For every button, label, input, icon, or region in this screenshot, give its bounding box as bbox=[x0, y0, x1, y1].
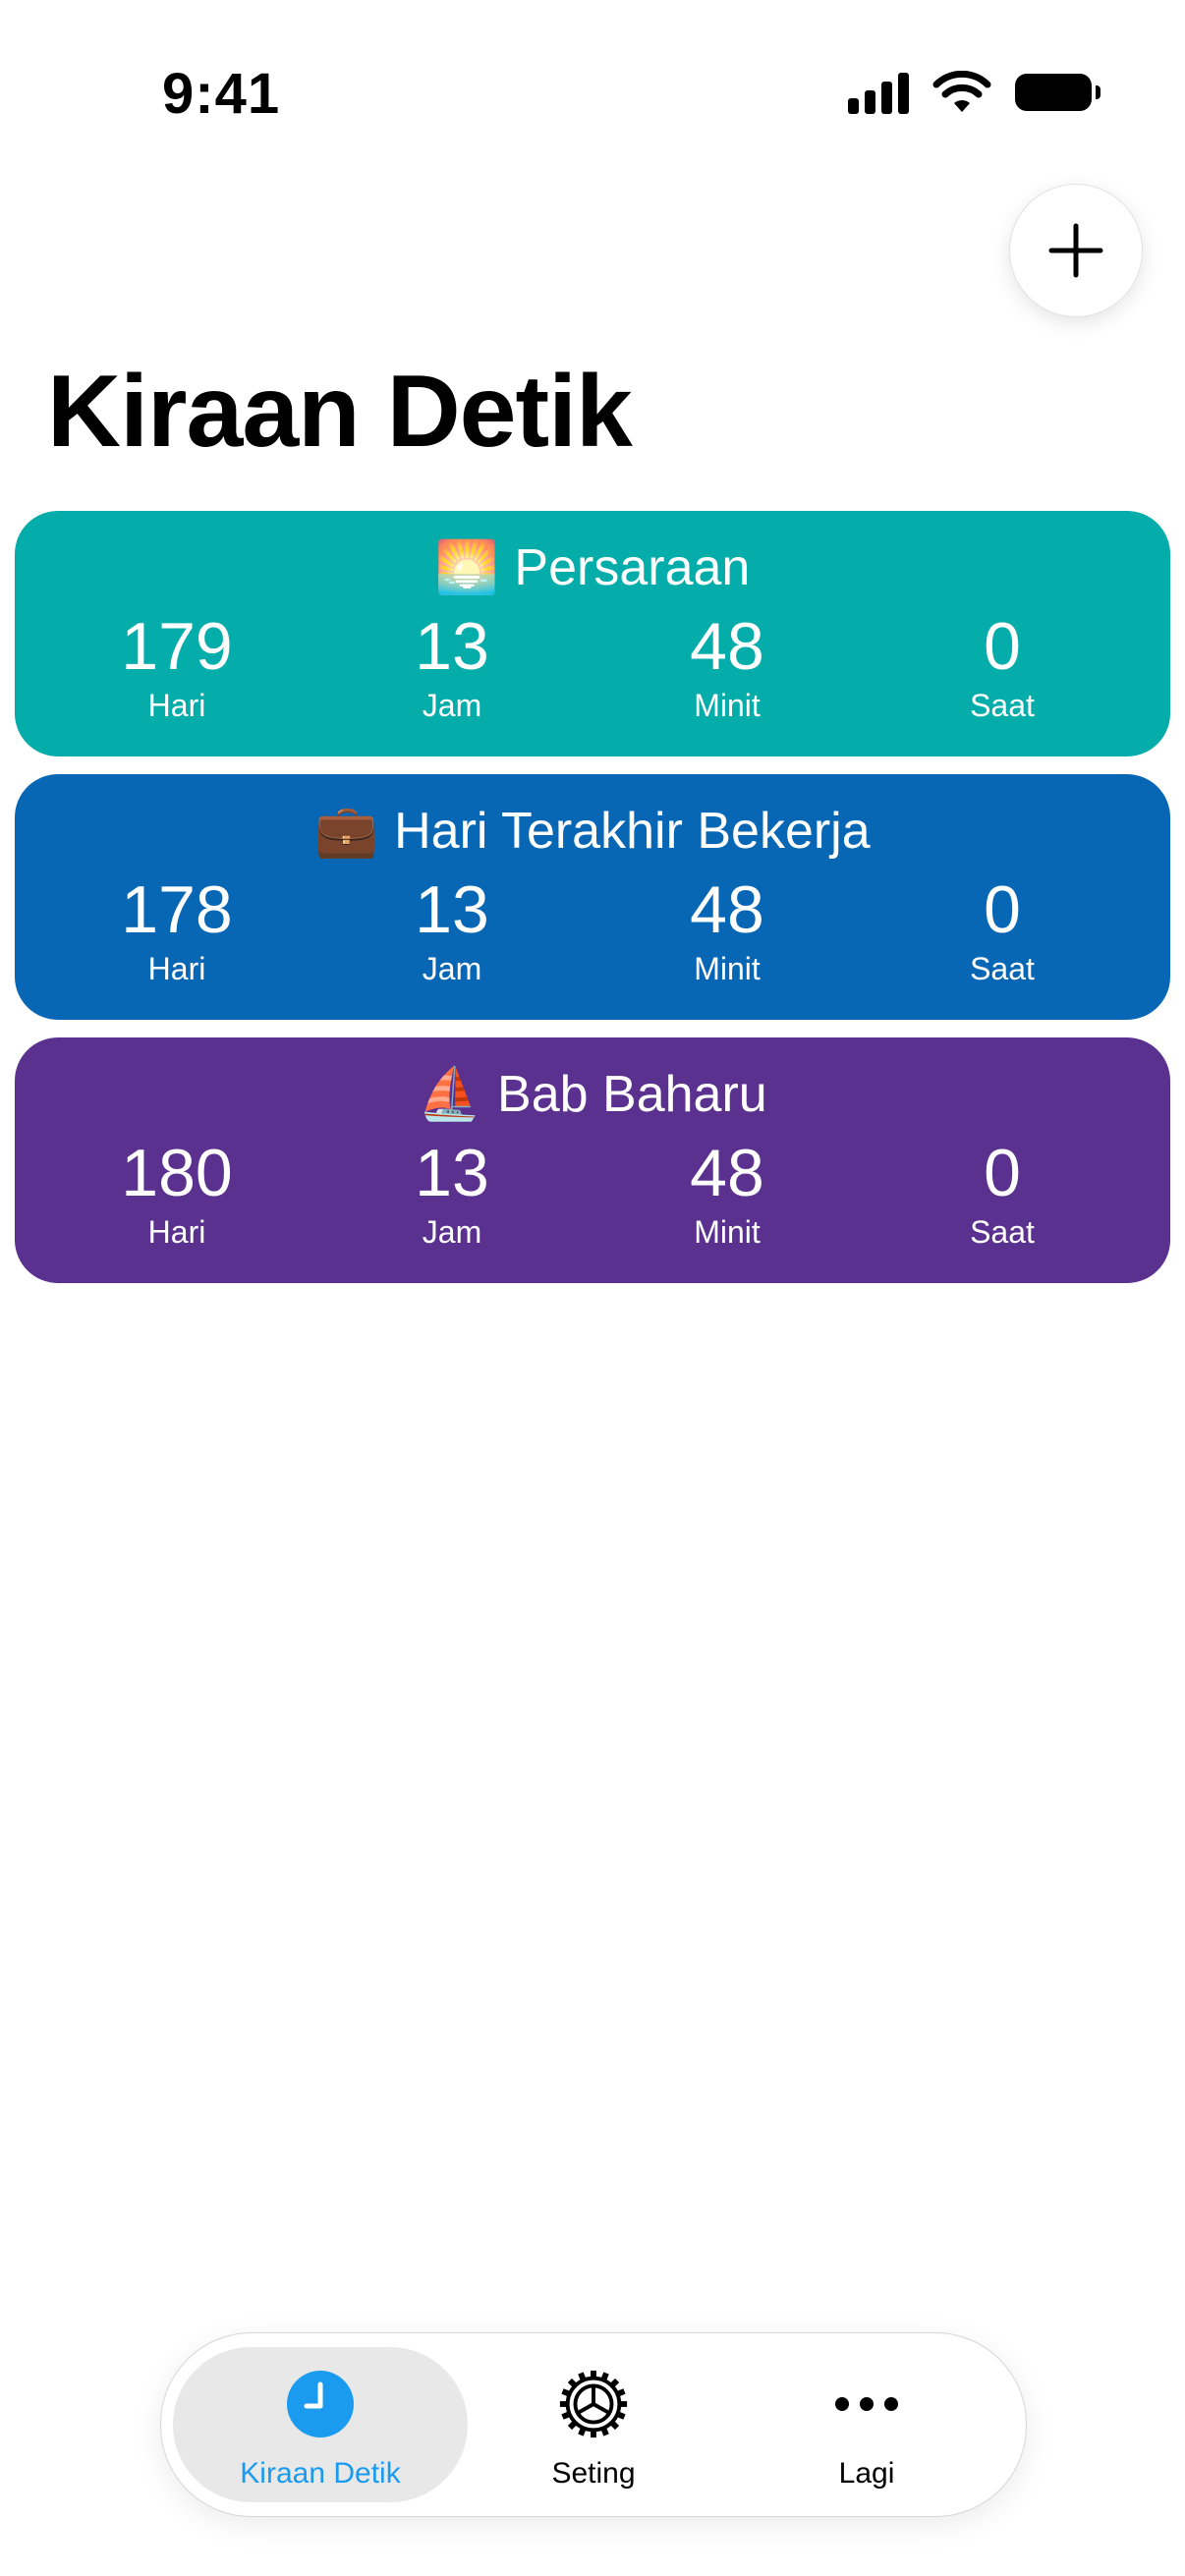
sunrise-emoji-icon: 🌅 bbox=[434, 539, 499, 596]
card-name: Hari Terakhir Bekerja bbox=[394, 803, 871, 860]
tab-lagi[interactable]: Lagi bbox=[719, 2347, 1014, 2502]
unit-value: 0 bbox=[984, 872, 1021, 947]
card-name: Bab Baharu bbox=[497, 1066, 767, 1123]
card-units: 179 Hari 13 Jam 48 Minit 0 Saat bbox=[15, 609, 1170, 725]
unit-label: Jam bbox=[422, 688, 482, 723]
unit-hours: 13 Jam bbox=[314, 1136, 590, 1252]
add-countdown-button[interactable] bbox=[1009, 184, 1143, 317]
unit-label: Saat bbox=[970, 688, 1035, 723]
unit-label: Hari bbox=[147, 951, 206, 986]
unit-value: 178 bbox=[121, 872, 233, 947]
more-icon bbox=[829, 2367, 904, 2441]
card-units: 180 Hari 13 Jam 48 Minit 0 Saat bbox=[15, 1136, 1170, 1252]
status-icons bbox=[848, 71, 1100, 114]
unit-label: Saat bbox=[970, 1214, 1035, 1250]
wifi-icon bbox=[932, 71, 991, 112]
countdown-card[interactable]: 💼 Hari Terakhir Bekerja 178 Hari 13 Jam … bbox=[15, 774, 1170, 1020]
unit-value: 0 bbox=[984, 1136, 1021, 1210]
unit-hours: 13 Jam bbox=[314, 872, 590, 988]
unit-label: Saat bbox=[970, 951, 1035, 986]
unit-label: Minit bbox=[694, 1214, 761, 1250]
tab-label: Seting bbox=[551, 2457, 636, 2490]
cellular-signal-icon bbox=[848, 71, 909, 114]
tab-kiraan-detik[interactable]: Kiraan Detik bbox=[173, 2347, 468, 2502]
status-bar: 9:41 bbox=[0, 0, 1185, 196]
battery-icon bbox=[1015, 74, 1100, 111]
tab-seting[interactable]: Seting bbox=[446, 2347, 741, 2502]
card-units: 178 Hari 13 Jam 48 Minit 0 Saat bbox=[15, 872, 1170, 988]
card-title: 🌅 Persaraan bbox=[15, 538, 1170, 597]
card-title: ⛵ Bab Baharu bbox=[15, 1065, 1170, 1124]
tab-label: Lagi bbox=[838, 2457, 895, 2490]
card-name: Persaraan bbox=[514, 539, 751, 596]
unit-value: 180 bbox=[121, 1136, 233, 1210]
unit-label: Minit bbox=[694, 688, 761, 723]
unit-value: 48 bbox=[690, 1136, 764, 1210]
unit-value: 13 bbox=[415, 1136, 489, 1210]
status-time: 9:41 bbox=[162, 62, 281, 126]
card-title: 💼 Hari Terakhir Bekerja bbox=[15, 802, 1170, 861]
unit-minutes: 48 Minit bbox=[590, 872, 865, 988]
unit-days: 178 Hari bbox=[39, 872, 314, 988]
unit-label: Jam bbox=[422, 951, 482, 986]
unit-label: Hari bbox=[147, 688, 206, 723]
unit-value: 179 bbox=[121, 609, 233, 684]
unit-value: 48 bbox=[690, 872, 764, 947]
page-title: Kiraan Detik bbox=[47, 355, 633, 469]
unit-value: 48 bbox=[690, 609, 764, 684]
unit-label: Jam bbox=[422, 1214, 482, 1250]
countdown-list: 🌅 Persaraan 179 Hari 13 Jam 48 Minit 0 S… bbox=[15, 511, 1170, 1301]
briefcase-emoji-icon: 💼 bbox=[314, 803, 379, 860]
clock-icon bbox=[283, 2367, 358, 2441]
gear-icon bbox=[556, 2367, 631, 2441]
unit-label: Minit bbox=[694, 951, 761, 986]
sailboat-emoji-icon: ⛵ bbox=[418, 1066, 482, 1123]
unit-value: 13 bbox=[415, 609, 489, 684]
unit-label: Hari bbox=[147, 1214, 206, 1250]
unit-seconds: 0 Saat bbox=[865, 872, 1140, 988]
unit-minutes: 48 Minit bbox=[590, 609, 865, 725]
unit-minutes: 48 Minit bbox=[590, 1136, 865, 1252]
unit-value: 13 bbox=[415, 872, 489, 947]
unit-days: 179 Hari bbox=[39, 609, 314, 725]
tab-label: Kiraan Detik bbox=[240, 2457, 401, 2490]
unit-days: 180 Hari bbox=[39, 1136, 314, 1252]
unit-hours: 13 Jam bbox=[314, 609, 590, 725]
unit-value: 0 bbox=[984, 609, 1021, 684]
countdown-card[interactable]: ⛵ Bab Baharu 180 Hari 13 Jam 48 Minit 0 … bbox=[15, 1037, 1170, 1283]
unit-seconds: 0 Saat bbox=[865, 609, 1140, 725]
tab-bar: Kiraan Detik Seting Lagi bbox=[160, 2332, 1027, 2517]
plus-icon bbox=[1048, 223, 1103, 278]
unit-seconds: 0 Saat bbox=[865, 1136, 1140, 1252]
countdown-card[interactable]: 🌅 Persaraan 179 Hari 13 Jam 48 Minit 0 S… bbox=[15, 511, 1170, 756]
